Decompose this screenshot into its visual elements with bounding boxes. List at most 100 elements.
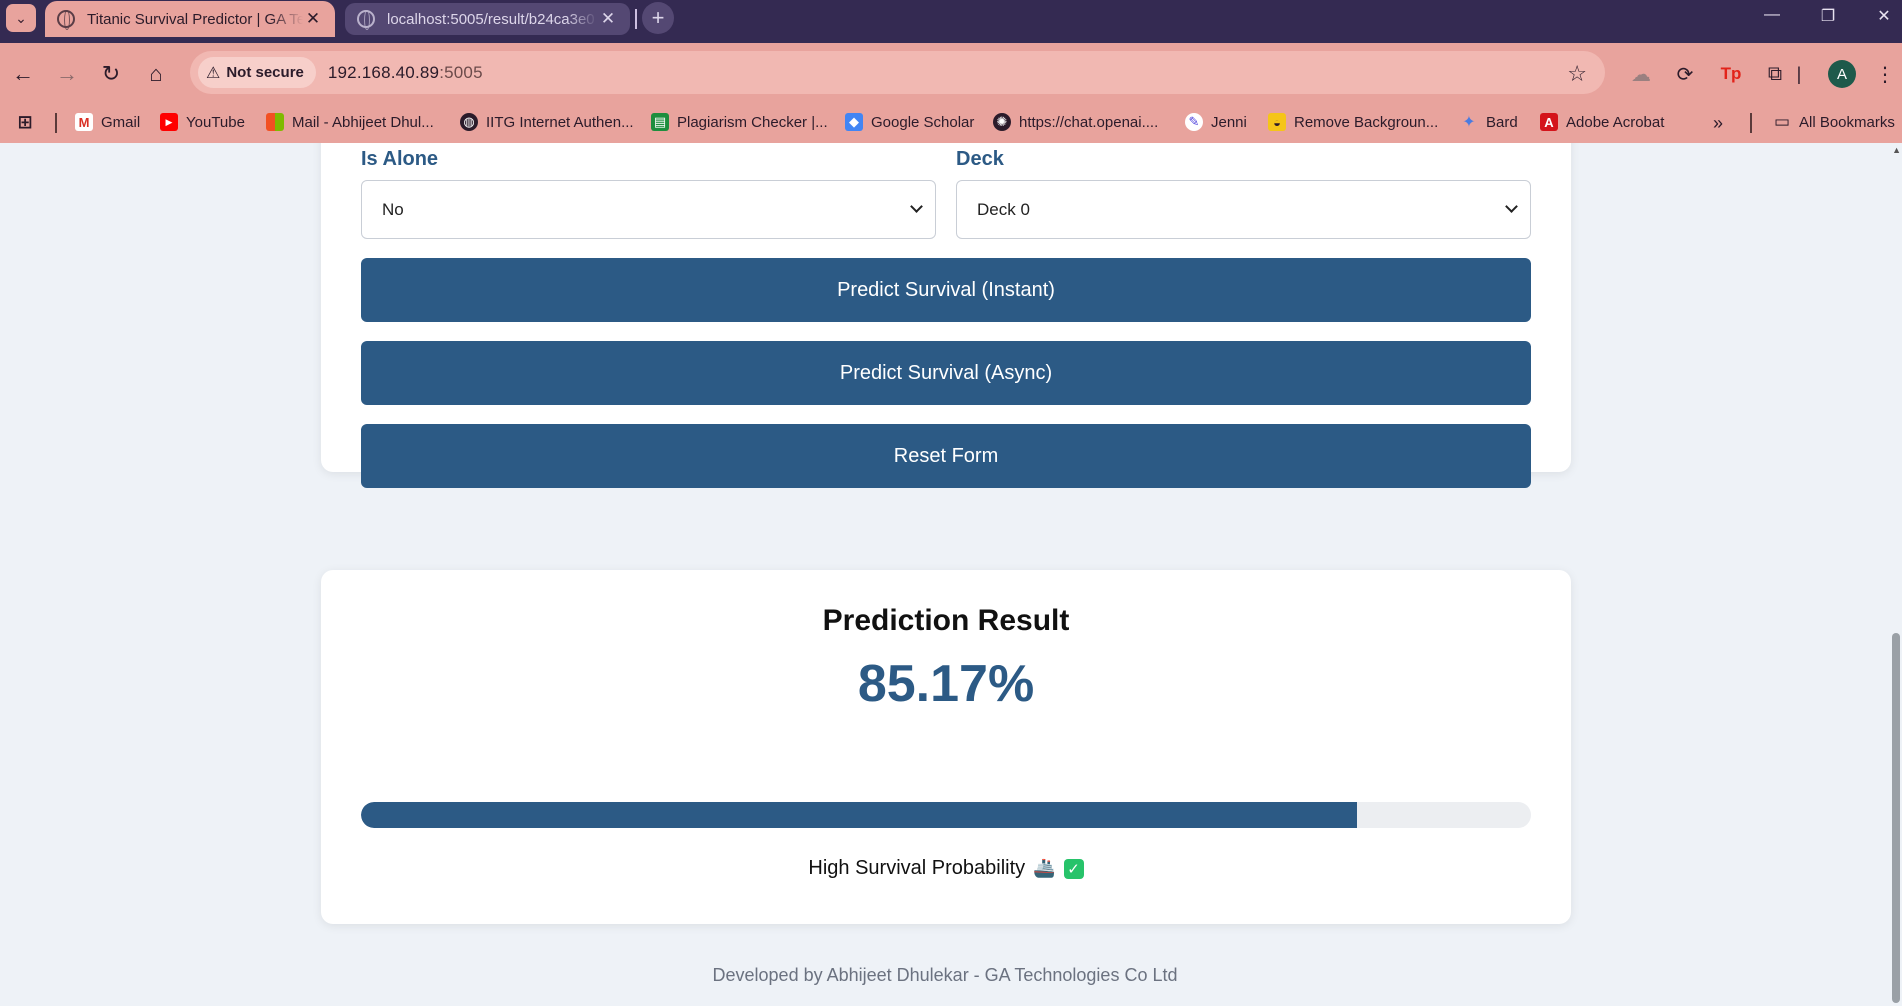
tab-title: localhost:5005/result/b24ca3e0 <box>387 10 595 28</box>
probability-bar <box>361 802 1531 828</box>
extensions-puzzle-icon[interactable]: ⧉ <box>1760 59 1790 89</box>
warning-icon: ⚠ <box>206 64 221 82</box>
scholar-icon: ◆ <box>845 113 863 131</box>
scrollbar-thumb[interactable] <box>1892 633 1900 1003</box>
back-button[interactable]: ← <box>8 59 38 89</box>
url-port: :5005 <box>439 62 483 82</box>
all-bookmarks-folder[interactable]: ▭ All Bookmarks <box>1773 112 1895 131</box>
globe-icon: ◍ <box>460 113 478 131</box>
tab-title: Titanic Survival Predictor | GA Te <box>87 10 303 28</box>
minimize-button[interactable]: — <box>1752 6 1792 24</box>
security-label: Not secure <box>226 64 304 81</box>
check-icon: ✓ <box>1063 858 1084 879</box>
bookmark-label: Adobe Acrobat <box>1566 113 1665 131</box>
bookmark-mail[interactable]: Mail - Abhijeet Dhul... <box>266 113 434 131</box>
reload-button[interactable]: ↻ <box>96 59 126 89</box>
page-scrollbar[interactable]: ▲ <box>1890 143 1902 1006</box>
apps-grid-icon[interactable]: ⊞ <box>16 112 42 132</box>
page-viewport: Is Alone No Deck Deck 0 Predict Survival… <box>0 143 1902 1006</box>
bookmark-divider <box>55 113 57 133</box>
site-info-button[interactable]: ⚠ Not secure <box>198 57 316 88</box>
reload-icon: ↻ <box>101 61 121 86</box>
bookmark-label: IITG Internet Authen... <box>486 113 634 131</box>
predict-async-button[interactable]: Predict Survival (Async) <box>361 341 1531 405</box>
extension-sync-icon[interactable]: ⟳ <box>1670 59 1700 89</box>
bookmark-label: Bard <box>1486 113 1518 131</box>
jenni-icon: ✎ <box>1185 113 1203 131</box>
openai-icon: ✺ <box>993 113 1011 131</box>
deck-select[interactable]: Deck 0 <box>956 180 1531 239</box>
bookmarks-bar: ⊞ M Gmail ▶ YouTube Mail - Abhijeet Dhul… <box>0 103 1902 143</box>
browser-toolbar: ← → ↻ ⌂ ⚠ Not secure 192.168.40.89:5005 … <box>0 43 1902 103</box>
bookmark-remove-bg[interactable]: ◒ Remove Backgroun... <box>1268 113 1438 131</box>
bookmark-label: All Bookmarks <box>1799 113 1895 131</box>
survival-probability: 85.17% <box>857 655 1035 713</box>
folder-icon: ▭ <box>1773 112 1791 131</box>
is-alone-value: No <box>382 199 404 219</box>
arrow-right-icon: → <box>56 61 78 86</box>
bookmark-google-scholar[interactable]: ◆ Google Scholar <box>845 113 974 131</box>
predict-instant-button[interactable]: Predict Survival (Instant) <box>361 258 1531 322</box>
microsoft-icon <box>266 113 284 131</box>
probability-bar-fill <box>361 802 1358 828</box>
document-icon: ▤ <box>651 113 669 131</box>
prediction-form-card: Is Alone No Deck Deck 0 Predict Survival… <box>321 143 1571 488</box>
close-window-button[interactable]: ✕ <box>1864 6 1902 26</box>
restore-button[interactable]: ❐ <box>1808 6 1848 26</box>
is-alone-label: Is Alone <box>361 148 439 170</box>
chevron-down-icon <box>1505 200 1518 213</box>
bookmark-divider <box>1750 113 1752 133</box>
ship-icon: 🚢 <box>1033 858 1056 878</box>
chevron-down-icon: ⌄ <box>15 9 27 26</box>
bookmark-bard[interactable]: ✦ Bard <box>1460 113 1518 132</box>
gmail-icon: M <box>75 113 93 131</box>
arrow-left-icon: ← <box>12 61 34 86</box>
toolbar-divider: | <box>1796 63 1802 84</box>
tab-result[interactable]: localhost:5005/result/b24ca3e0 ✕ <box>345 3 630 35</box>
scroll-up-icon[interactable]: ▲ <box>1892 145 1901 155</box>
new-tab-button[interactable]: + <box>642 2 674 34</box>
result-message-text: High Survival Probability <box>808 857 1026 879</box>
bookmark-label: Jenni <box>1211 113 1247 131</box>
menu-kebab-icon[interactable]: ⋮ <box>1870 59 1900 89</box>
bookmark-adobe-acrobat[interactable]: A Adobe Acrobat <box>1540 113 1664 131</box>
extension-tp-icon[interactable]: Tp <box>1716 59 1746 89</box>
deck-label: Deck <box>956 148 1004 170</box>
result-message: High Survival Probability 🚢 ✓ <box>321 857 1571 880</box>
bookmark-star-icon[interactable]: ☆ <box>1567 61 1587 87</box>
bookmark-label: https://chat.openai.... <box>1019 113 1159 131</box>
url-host: 192.168.40.89 <box>327 62 440 82</box>
address-bar[interactable]: ⚠ Not secure 192.168.40.89:5005 ☆ <box>190 51 1605 94</box>
profile-avatar[interactable]: A <box>1828 60 1856 88</box>
bookmark-openai[interactable]: ✺ https://chat.openai.... <box>993 113 1158 131</box>
footer-credit: Developed by Abhijeet Dhulekar - GA Tech… <box>712 965 1178 985</box>
extension-cloud-icon[interactable]: ☁ <box>1626 59 1656 89</box>
bookmark-youtube[interactable]: ▶ YouTube <box>160 113 245 131</box>
tab-strip: ⌄ Titanic Survival Predictor | GA Te ✕ l… <box>0 0 1902 43</box>
bookmark-label: Mail - Abhijeet Dhul... <box>292 113 434 131</box>
prediction-result-card: Prediction Result 85.17% High Survival P… <box>321 570 1571 924</box>
deck-value: Deck 0 <box>977 199 1030 219</box>
home-button[interactable]: ⌂ <box>141 59 171 89</box>
close-icon[interactable]: ✕ <box>598 9 618 29</box>
bookmark-plagiarism[interactable]: ▤ Plagiarism Checker |... <box>651 113 828 131</box>
plus-icon: + <box>651 5 665 30</box>
tab-titanic-predictor[interactable]: Titanic Survival Predictor | GA Te ✕ <box>45 1 335 37</box>
globe-icon <box>357 10 375 30</box>
tab-divider <box>635 9 637 29</box>
bookmark-gmail[interactable]: M Gmail <box>75 113 140 131</box>
globe-icon <box>57 10 75 30</box>
bookmark-label: Gmail <box>101 113 141 131</box>
bookmark-iitg[interactable]: ◍ IITG Internet Authen... <box>460 113 634 131</box>
bookmark-jenni[interactable]: ✎ Jenni <box>1185 113 1247 131</box>
removebg-icon: ◒ <box>1268 113 1286 131</box>
close-icon[interactable]: ✕ <box>303 9 323 29</box>
bookmark-label: Plagiarism Checker |... <box>677 113 828 131</box>
more-bookmarks-chevron-icon[interactable]: » <box>1713 113 1723 134</box>
tab-search-button[interactable]: ⌄ <box>6 4 36 32</box>
reset-form-button[interactable]: Reset Form <box>361 424 1531 488</box>
url-text[interactable]: 192.168.40.89:5005 <box>328 63 483 83</box>
is-alone-select[interactable]: No <box>361 180 936 239</box>
forward-button[interactable]: → <box>52 59 82 89</box>
bookmark-label: Remove Backgroun... <box>1294 113 1439 131</box>
